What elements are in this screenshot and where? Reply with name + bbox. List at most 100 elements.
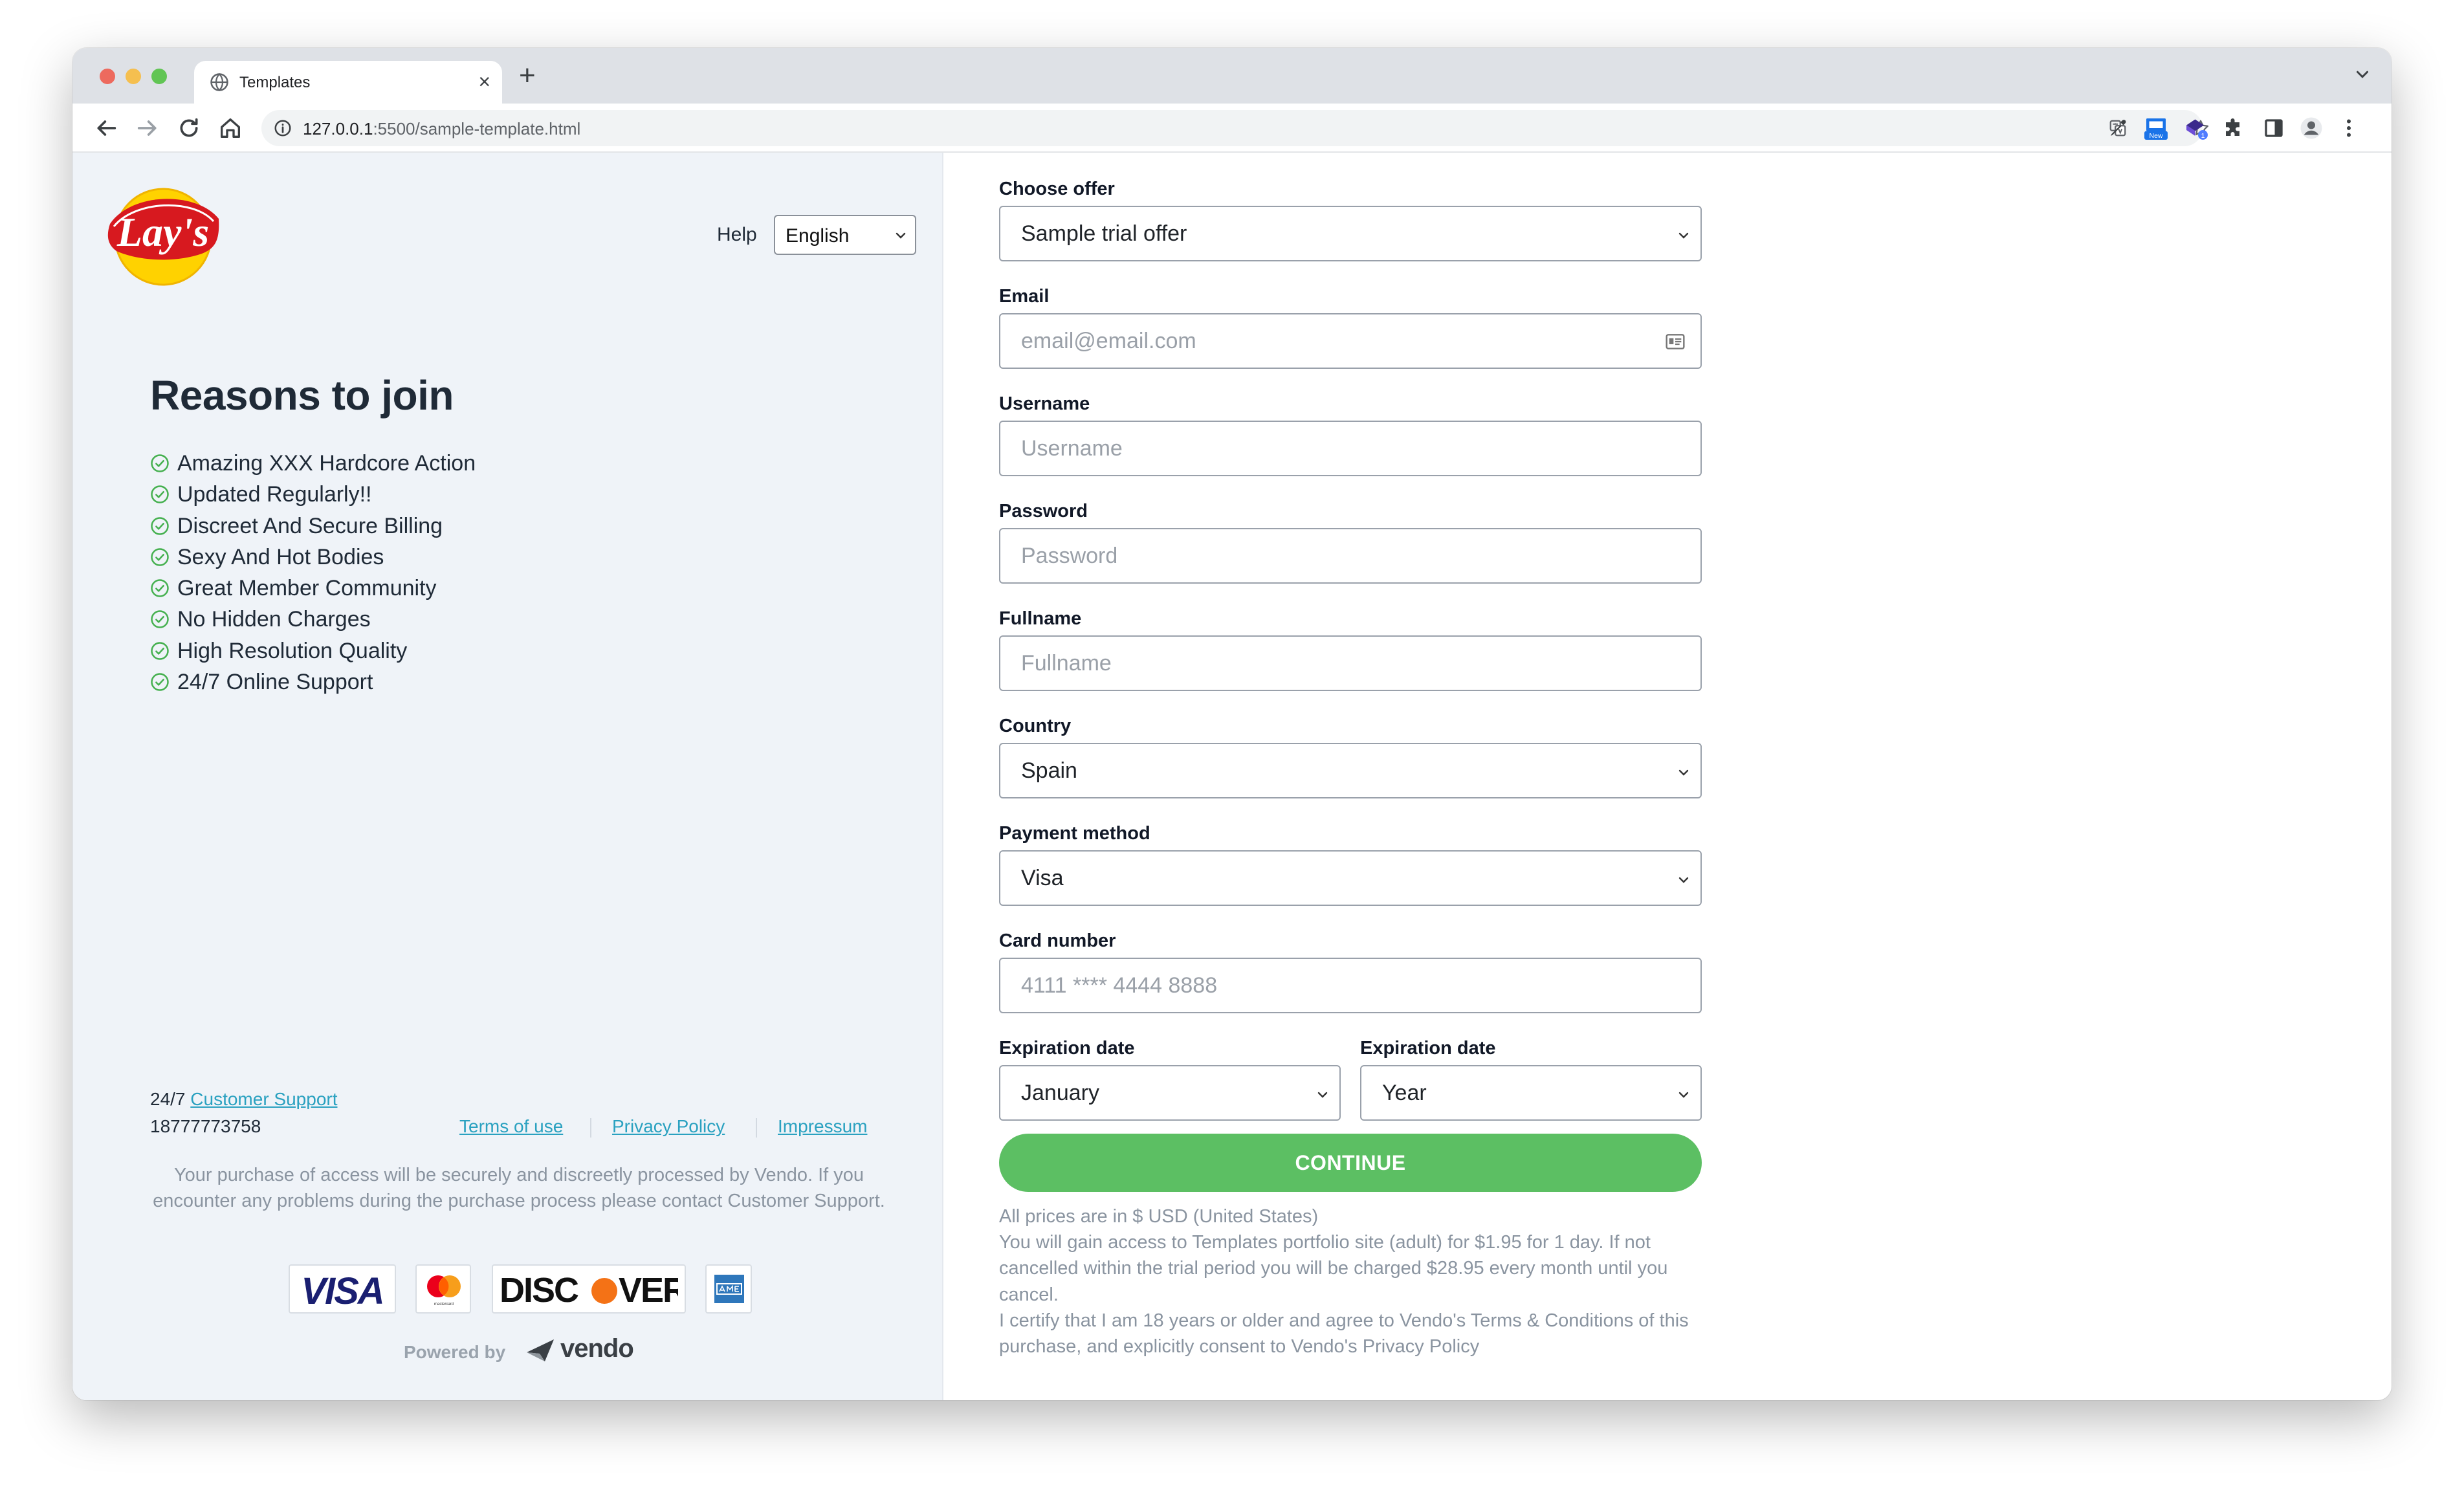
fullname-field[interactable]: Fullname [999, 635, 1702, 691]
list-item: Discreet And Secure Billing [150, 511, 476, 542]
check-circle-icon [151, 485, 169, 504]
home-icon[interactable] [217, 115, 243, 141]
tab-title: Templates [239, 74, 311, 91]
country-label: Country [999, 716, 1072, 736]
customer-support-link[interactable]: Customer Support [190, 1089, 337, 1109]
check-circle-icon [151, 673, 169, 691]
privacy-policy-link[interactable]: Privacy Policy [612, 1116, 725, 1136]
processing-notice: Your purchase of access will be securely… [153, 1165, 885, 1211]
footer-link-impressum-wrap: Impressum [778, 1113, 867, 1140]
help-link[interactable]: Help [717, 224, 757, 246]
fullname-label: Fullname [999, 608, 1082, 629]
info-panel: Lay's Help English Reasons to join Amazi… [72, 153, 943, 1400]
discover-wordmark: DISC VER [500, 1272, 678, 1308]
mastercard-icon: mastercard [427, 1275, 461, 1306]
payment-method-value: Visa [1021, 866, 1064, 890]
username-placeholder: Username [1021, 436, 1123, 461]
tab-bar: Templates × + [72, 48, 2392, 104]
eyedropper-icon[interactable] [2107, 116, 2130, 140]
expiration-month-select[interactable]: January [999, 1065, 1341, 1121]
expiration-year-select[interactable]: Year [1360, 1065, 1702, 1121]
support-phone: 18777773758 [150, 1116, 261, 1136]
address-bar[interactable]: 127.0.0.1:5500/sample-template.html [261, 110, 2209, 146]
country-select[interactable]: Spain [999, 743, 1702, 798]
payment-method-label: Payment method [999, 823, 1150, 844]
reload-icon[interactable] [176, 115, 202, 141]
minimize-window-button[interactable] [126, 69, 141, 84]
list-item: No Hidden Charges [150, 604, 476, 635]
fullname-placeholder: Fullname [1021, 651, 1112, 676]
mastercard-logo: mastercard [415, 1264, 471, 1314]
powered-by-label: Powered by [404, 1342, 506, 1362]
check-circle-icon [151, 610, 169, 629]
maximize-window-button[interactable] [151, 69, 167, 84]
contact-card-icon[interactable] [1664, 331, 1686, 352]
consent-note: I certify that I am 18 years or older an… [999, 1310, 1689, 1358]
card-number-placeholder: 4111 **** 4444 8888 [1021, 973, 1218, 998]
chevron-down-icon [1678, 877, 1689, 883]
currency-note: All prices are in $ USD (United States) [999, 1206, 1319, 1227]
svg-text:mastercard: mastercard [434, 1303, 454, 1306]
payment-method-select[interactable]: Visa [999, 850, 1702, 906]
password-label: Password [999, 501, 1088, 522]
new-tab-button[interactable]: + [519, 60, 536, 92]
new-extension-icon[interactable]: New [2144, 116, 2168, 140]
browser-toolbar: 127.0.0.1:5500/sample-template.html New [72, 104, 2392, 153]
email-field[interactable]: email@email.com [999, 313, 1702, 369]
globe-icon [210, 72, 228, 92]
close-window-button[interactable] [100, 69, 115, 84]
footer-link-privacy-wrap: Privacy Policy [612, 1113, 725, 1140]
impressum-link[interactable]: Impressum [778, 1116, 867, 1136]
shield-extension-icon[interactable]: 1 [2184, 116, 2208, 140]
discover-logo: DISC VER [492, 1264, 686, 1314]
svg-text:VER: VER [619, 1272, 678, 1308]
tab-close-icon[interactable]: × [478, 69, 490, 94]
footer-link-terms-wrap: Terms of use [459, 1113, 563, 1140]
language-value: English [786, 225, 850, 247]
info-icon[interactable] [273, 118, 292, 138]
email-label: Email [999, 286, 1050, 307]
puzzle-extensions-icon[interactable] [2222, 116, 2245, 140]
support-prefix: 24/7 [150, 1089, 186, 1109]
offer-label: Choose offer [999, 179, 1115, 199]
check-circle-icon [151, 548, 169, 566]
footer-divider [756, 1118, 757, 1138]
back-arrow-icon[interactable] [93, 115, 119, 141]
expiration-month-label: Expiration date [999, 1038, 1135, 1059]
svg-text:1: 1 [2201, 132, 2205, 140]
check-circle-icon [151, 642, 169, 660]
svg-text:DISC: DISC [500, 1272, 578, 1308]
browser-window: Templates × + 127.0.0.1:5500/sample-temp… [72, 48, 2392, 1400]
check-circle-icon [151, 516, 169, 535]
chevron-down-icon[interactable] [2353, 65, 2372, 84]
chevron-down-icon [1678, 232, 1689, 239]
username-field[interactable]: Username [999, 421, 1702, 476]
card-number-field[interactable]: 4111 **** 4444 8888 [999, 958, 1702, 1013]
tab-templates[interactable]: Templates × [194, 61, 502, 104]
side-panel-icon[interactable] [2262, 116, 2285, 140]
support-info: 24/7 Customer Support 18777773758 [150, 1086, 338, 1140]
profile-avatar-icon[interactable] [2300, 116, 2323, 140]
lays-logo: Lay's [107, 188, 219, 286]
check-circle-icon [151, 454, 169, 472]
chevron-down-icon [1678, 1092, 1689, 1098]
check-circle-icon [151, 579, 169, 597]
username-label: Username [999, 393, 1090, 414]
offer-select[interactable]: Sample trial offer [999, 206, 1702, 261]
list-item: Amazing XXX Hardcore Action [150, 448, 476, 479]
forward-arrow-icon[interactable] [135, 115, 160, 141]
password-field[interactable]: Password [999, 528, 1702, 584]
language-select[interactable]: English [774, 215, 916, 255]
reasons-title: Reasons to join [150, 372, 454, 419]
vendo-wordmark: vendo [560, 1334, 634, 1363]
visa-card-logo: VISA [289, 1264, 396, 1314]
more-menu-icon[interactable] [2337, 116, 2360, 140]
continue-button[interactable]: CONTINUE [999, 1134, 1702, 1192]
vendo-mark-icon [527, 1339, 554, 1361]
expiration-year-label: Expiration date [1360, 1038, 1496, 1059]
terms-of-use-link[interactable]: Terms of use [459, 1116, 563, 1136]
page-content: Lay's Help English Reasons to join Amazi… [72, 153, 2392, 1400]
url-text: 127.0.0.1:5500/sample-template.html [303, 119, 581, 138]
chevron-down-icon [1678, 769, 1689, 776]
card-number-label: Card number [999, 930, 1116, 951]
